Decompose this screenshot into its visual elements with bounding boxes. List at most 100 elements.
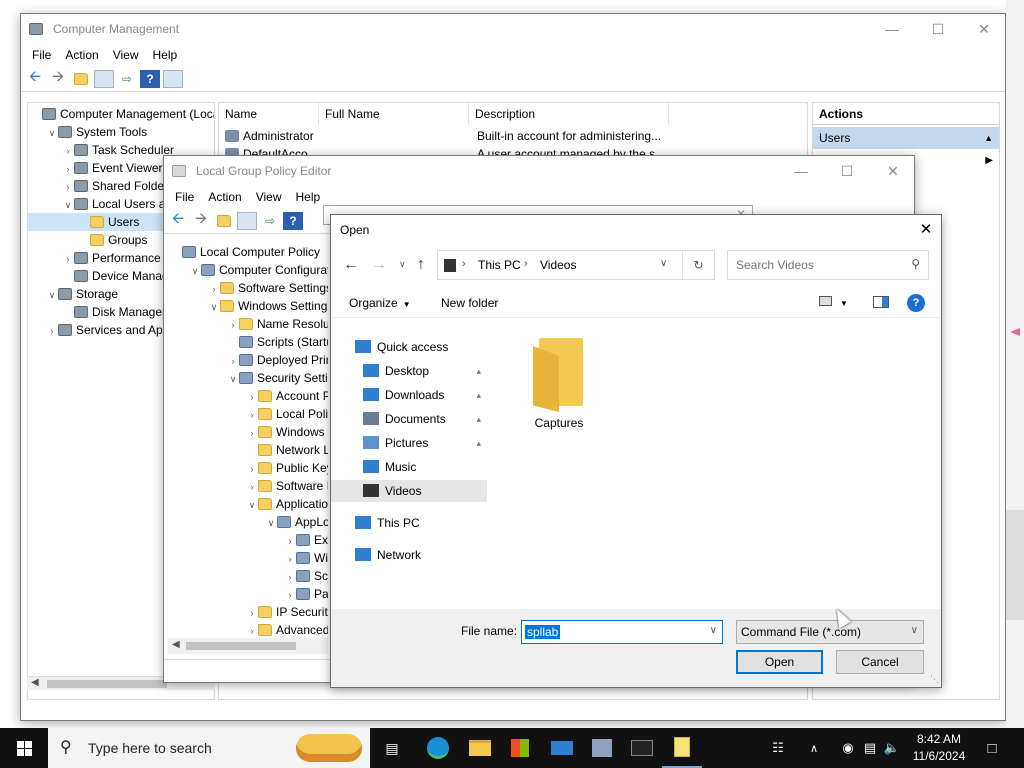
collapsed-chevron-icon[interactable]: › [246,388,258,406]
cancel-button[interactable]: Cancel [836,650,924,674]
tree-item[interactable]: › Windows Defender Firewall [168,423,329,442]
search-box[interactable]: ⚲ [727,250,929,280]
tree-item[interactable]: Local Computer Policy [168,243,328,261]
address-dropdown-icon[interactable]: ∨ [660,258,667,269]
tree-item[interactable]: ∨ Application Control Policies [168,495,328,513]
export-list-icon[interactable]: ⇨ [117,70,137,88]
nav-music[interactable]: Music [331,456,487,478]
gpedit-close-button[interactable]: ✕ [870,156,916,186]
actions-section-users[interactable]: Users ▲ [813,127,999,149]
search-icon[interactable]: ⚲ [911,257,920,271]
store-icon[interactable] [500,728,540,768]
gpedit-maximize-button[interactable]: ☐ [824,156,870,186]
gpedit-tree-hscrollbar[interactable]: ◀ [168,638,328,654]
tree-item[interactable]: › Software Settings [168,279,329,297]
gpedit-menu-action[interactable]: Action [201,190,248,204]
expanded-chevron-icon[interactable]: ∨ [46,124,58,142]
collapsed-chevron-icon[interactable]: › [62,178,74,196]
input-indicator-icon[interactable]: ☷ [758,728,798,768]
help-icon[interactable]: ? [140,69,160,88]
nav-documents[interactable]: Documents ▴ [331,408,487,430]
tree-item[interactable]: ∨ Security Settings [168,369,328,387]
collapsed-chevron-icon[interactable]: › [246,460,258,478]
task-view-icon[interactable]: ▤ [372,728,412,768]
menu-file[interactable]: File [25,48,58,62]
tree-item[interactable]: › Name Resolution Policy [168,315,329,334]
notepad-icon[interactable] [662,728,702,768]
nav-downloads[interactable]: Downloads ▴ [331,384,487,406]
collapsed-chevron-icon[interactable]: › [227,316,239,334]
open-dialog-close-button[interactable]: ✕ [911,215,941,245]
tree-item[interactable]: ∨ Computer Configuration [168,261,328,279]
show-hidden-icons-icon[interactable]: ∧ [804,728,824,768]
tree-item[interactable]: › Deployed Printers [168,351,329,369]
tree-item[interactable]: › Windows Installer Rules [168,549,329,568]
recent-locations-icon[interactable]: ∨ [399,259,406,270]
tree-item[interactable]: › Executable Rules [168,531,329,550]
tree-item[interactable]: › Packaged app Rules [168,585,329,603]
tree-item[interactable]: ∨ Windows Settings [168,297,328,315]
tree-item[interactable]: ∨ System Tools [28,123,214,141]
preview-pane-icon[interactable] [873,296,889,308]
edge-icon[interactable] [418,728,458,768]
tree-item[interactable]: › Account Policies [168,387,329,406]
table-row[interactable]: Administrator Built-in account for admin… [225,127,785,145]
menu-view[interactable]: View [106,48,146,62]
collapsed-chevron-icon[interactable]: › [46,322,58,340]
close-button[interactable]: ✕ [961,14,1007,44]
minimize-button[interactable]: — [869,14,915,44]
search-input[interactable] [736,258,896,272]
organize-button[interactable]: Organize ▼ [349,296,411,310]
refresh-icon[interactable]: ↻ [682,251,714,279]
breadcrumb-videos[interactable]: Videos [540,258,576,272]
cm-titlebar[interactable]: Computer Management [21,14,1005,44]
menu-help[interactable]: Help [146,48,185,62]
tree-item[interactable]: Computer Management (Local [28,105,214,123]
start-button[interactable] [4,728,44,768]
clock[interactable]: 8:42 AM 11/6/2024 [906,731,972,765]
expanded-chevron-icon[interactable]: ∨ [62,196,74,214]
back-arrow-icon[interactable]: 🡨 [25,68,45,88]
breadcrumb-this-pc[interactable]: This PC [478,258,521,272]
resize-grip-icon[interactable]: ⋱ [930,674,939,685]
tree-item[interactable]: ∨ AppLocker [168,513,328,531]
show-hide-tree-icon[interactable] [94,69,114,88]
nav-pictures[interactable]: Pictures ▴ [331,432,487,454]
collapsed-chevron-icon[interactable]: › [246,604,258,622]
tree-item[interactable]: Network List Manager Policies [168,441,328,459]
expanded-chevron-icon[interactable]: ∨ [246,496,258,514]
tree-item[interactable]: Scripts (Startup/Shutdown) [168,333,328,351]
help-icon[interactable]: ? [283,211,303,230]
up-folder-icon[interactable] [214,212,234,230]
menu-action[interactable]: Action [58,48,105,62]
col-full-name[interactable]: Full Name [319,103,469,125]
collapsed-chevron-icon[interactable]: › [284,550,296,568]
tree-item[interactable]: › IP Security Policies [168,603,329,622]
file-name-dropdown-icon[interactable]: ∨ [710,625,717,636]
collapsed-chevron-icon[interactable]: › [246,622,258,636]
collapsed-chevron-icon[interactable]: › [284,532,296,550]
expanded-chevron-icon[interactable]: ∨ [189,262,201,280]
forward-arrow-icon[interactable]: 🡪 [48,68,68,88]
forward-arrow-icon[interactable]: 🡪 [191,210,211,230]
nav-this-pc[interactable]: This PC [331,512,487,534]
open-button[interactable]: Open [736,650,823,674]
collapsed-chevron-icon[interactable]: › [62,142,74,160]
expanded-chevron-icon[interactable]: ∨ [46,286,58,304]
show-hide-tree-icon[interactable] [237,211,257,230]
notifications-icon[interactable]: □ [972,728,1012,768]
nav-desktop[interactable]: Desktop ▴ [331,360,487,382]
taskbar-search[interactable]: ⚲ Type here to search [48,728,370,768]
expanded-chevron-icon[interactable]: ∨ [208,298,220,316]
file-name-input[interactable]: spllab [525,625,561,639]
col-description[interactable]: Description [469,103,669,125]
new-folder-button[interactable]: New folder [441,296,498,310]
tree-item[interactable]: › Script Rules [168,567,329,586]
file-name-combo[interactable]: spllab ∨ [521,620,723,644]
collapsed-chevron-icon[interactable]: › [284,568,296,586]
address-bar[interactable]: › This PC › Videos ∨ ↻ [437,250,715,280]
computer-management-taskbar-icon[interactable] [582,728,622,768]
collapse-arrow-icon[interactable]: ▲ [984,127,993,149]
collapsed-chevron-icon[interactable]: › [246,424,258,442]
tree-item[interactable]: › Advanced Audit Policy [168,621,328,636]
